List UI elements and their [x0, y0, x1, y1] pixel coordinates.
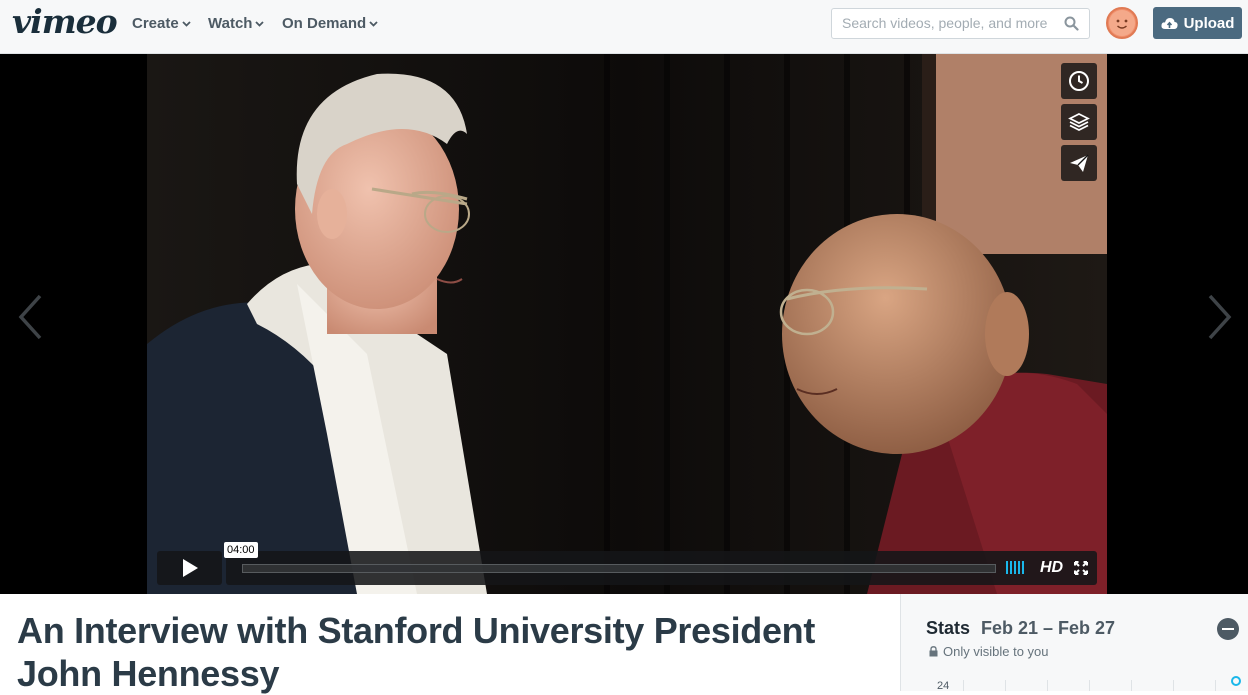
- stats-grid-line: [1089, 680, 1090, 691]
- avatar[interactable]: [1106, 7, 1138, 39]
- vimeo-logo[interactable]: vimeo: [12, 2, 118, 41]
- nav-on-demand[interactable]: On Demand: [282, 15, 378, 32]
- stats-axis-tick: 24: [937, 680, 950, 692]
- stats-label: Stats: [926, 618, 971, 638]
- stats-panel: Stats Feb 21 – Feb 27 Only visible to yo…: [900, 594, 1248, 692]
- volume-control[interactable]: [1006, 561, 1024, 574]
- nav-on-demand-label: On Demand: [282, 15, 367, 32]
- search-input[interactable]: [842, 15, 1054, 31]
- stats-grid-line: [1173, 680, 1174, 691]
- progress-bar[interactable]: [242, 564, 996, 573]
- hd-toggle[interactable]: HD: [1040, 559, 1063, 577]
- chevron-down-icon: [369, 20, 378, 27]
- upload-button[interactable]: Upload: [1153, 7, 1242, 39]
- stats-grid-line: [1131, 680, 1132, 691]
- stats-grid-line: [963, 680, 964, 691]
- watch-later-button[interactable]: [1061, 63, 1097, 99]
- video-player: 04:00 HD: [0, 54, 1248, 594]
- top-nav: vimeo Create Watch On Demand Upload: [0, 0, 1248, 54]
- cloud-upload-icon: [1161, 17, 1178, 29]
- volume-bar: [1010, 561, 1012, 574]
- volume-bar: [1022, 561, 1024, 574]
- search-box: [831, 8, 1090, 39]
- play-icon: [182, 559, 198, 577]
- previous-video-arrow-icon[interactable]: [16, 292, 44, 342]
- search-icon[interactable]: [1064, 16, 1079, 31]
- chevron-down-icon: [182, 20, 191, 27]
- video-title: An Interview with Stanford University Pr…: [17, 610, 816, 694]
- lock-icon: [929, 646, 938, 657]
- collapse-stats-button[interactable]: [1217, 618, 1239, 640]
- chevron-down-icon: [255, 20, 265, 27]
- clock-icon: [1069, 71, 1089, 91]
- timecode-label: 04:00: [224, 542, 258, 558]
- share-button[interactable]: [1061, 145, 1097, 181]
- stats-date-range[interactable]: Feb 21 – Feb 27: [981, 618, 1115, 639]
- volume-bar: [1014, 561, 1016, 574]
- nav-watch-label: Watch: [208, 15, 253, 32]
- stats-marker-icon[interactable]: [1231, 676, 1241, 686]
- stats-visibility-text: Only visible to you: [943, 644, 1049, 659]
- player-controls: 04:00 HD: [157, 542, 1097, 585]
- video-frame[interactable]: [147, 54, 1107, 594]
- fullscreen-icon[interactable]: [1074, 561, 1088, 575]
- volume-bar: [1018, 561, 1020, 574]
- collections-button[interactable]: [1061, 104, 1097, 140]
- paper-plane-icon: [1070, 154, 1089, 172]
- avatar-face-icon: [1109, 10, 1135, 36]
- video-still-image: [147, 54, 1107, 594]
- volume-bar: [1006, 561, 1008, 574]
- upload-label: Upload: [1183, 14, 1235, 32]
- nav-create-label: Create: [132, 15, 179, 32]
- nav-create[interactable]: Create: [132, 15, 191, 32]
- stats-grid-line: [1047, 680, 1048, 691]
- play-button[interactable]: [157, 551, 222, 585]
- stats-grid-line: [1215, 680, 1216, 691]
- stats-visibility: Only visible to you: [929, 644, 1049, 659]
- nav-watch[interactable]: Watch: [208, 15, 265, 32]
- stats-grid-line: [1005, 680, 1006, 691]
- layers-icon: [1068, 113, 1090, 131]
- next-video-arrow-icon[interactable]: [1206, 292, 1234, 342]
